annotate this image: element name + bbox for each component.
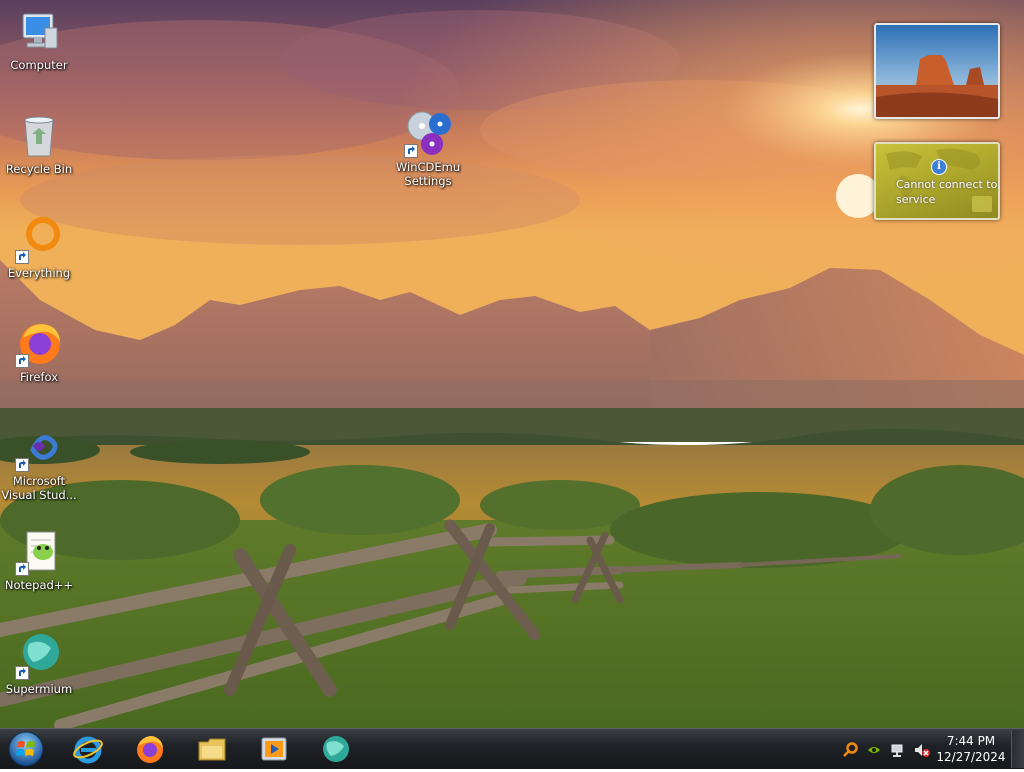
internet-explorer-icon: [73, 736, 103, 764]
desktop-icon-recycle-bin[interactable]: Recycle Bin: [1, 112, 77, 176]
visual-studio-icon: [15, 424, 63, 472]
windows-orb-icon: [8, 731, 44, 767]
shortcut-arrow-icon: [15, 562, 29, 576]
desktop-icon-firefox[interactable]: Firefox: [1, 320, 77, 384]
desktop-icon-label: Supermium: [5, 682, 73, 696]
file-explorer-icon: [198, 738, 226, 761]
firefox-icon: [15, 320, 63, 368]
weather-error-message: Cannot connect to service: [896, 178, 998, 206]
desktop-icon-computer[interactable]: Computer: [1, 8, 77, 72]
supermium-icon: [323, 736, 349, 762]
desktop-icon-notepad-plus-plus[interactable]: Notepad++: [1, 528, 77, 592]
disc-icon: [404, 110, 452, 158]
tray-nvidia-icon[interactable]: [866, 742, 882, 758]
desktop-icon-label: Firefox: [19, 370, 59, 384]
slideshow-gadget[interactable]: [874, 23, 1000, 119]
desktop-icon-wincdemu-settings[interactable]: WinCDEmu Settings: [390, 110, 466, 188]
show-desktop-button[interactable]: [1011, 730, 1024, 768]
shortcut-arrow-icon: [15, 458, 29, 472]
tray-network-icon[interactable]: [890, 742, 906, 758]
desktop-icon-visual-studio[interactable]: Microsoft Visual Stud...: [1, 424, 77, 502]
clock-time: 7:44 PM: [946, 734, 996, 748]
taskbar: 7:44 PM 12/27/2024: [0, 728, 1024, 769]
shortcut-arrow-icon: [15, 354, 29, 368]
desktop-icon-label: Everything: [7, 266, 71, 280]
clock-date: 12/27/2024: [936, 750, 1006, 764]
desktop-icon-label: Recycle Bin: [5, 162, 73, 176]
notepad-plus-plus-icon: [15, 528, 63, 576]
desktop-icon-label: Notepad++: [4, 578, 74, 592]
taskbar-media-player[interactable]: [248, 731, 300, 767]
shortcut-arrow-icon: [404, 144, 418, 158]
taskbar-file-explorer[interactable]: [186, 731, 238, 767]
start-button[interactable]: [6, 730, 46, 768]
supermium-icon: [15, 632, 63, 680]
desktop-icon-label: WinCDEmu Settings: [395, 160, 461, 188]
desktop-icon-label: Computer: [10, 58, 68, 72]
taskbar-clock[interactable]: 7:44 PM 12/27/2024: [926, 733, 1016, 765]
desktop-icon-supermium[interactable]: Supermium: [1, 632, 77, 696]
weather-gadget[interactable]: i Cannot connect to service: [874, 142, 1000, 220]
desktop-icon-label: Microsoft Visual Stud...: [1, 474, 77, 502]
shortcut-arrow-icon: [15, 666, 29, 680]
taskbar-firefox[interactable]: [124, 731, 176, 767]
taskbar-supermium[interactable]: [310, 731, 362, 767]
desktop-wallpaper: [0, 0, 1024, 731]
media-player-icon: [261, 737, 287, 761]
computer-icon: [15, 8, 63, 56]
slideshow-picture: [876, 25, 998, 117]
recycle-bin-icon: [15, 112, 63, 160]
info-icon: i: [931, 159, 947, 175]
desktop-icon-everything[interactable]: Everything: [1, 216, 77, 280]
shortcut-arrow-icon: [15, 250, 29, 264]
everything-search-icon: [15, 216, 63, 264]
taskbar-internet-explorer[interactable]: [62, 731, 114, 767]
firefox-icon: [137, 736, 163, 763]
tray-everything-icon[interactable]: [843, 742, 859, 758]
